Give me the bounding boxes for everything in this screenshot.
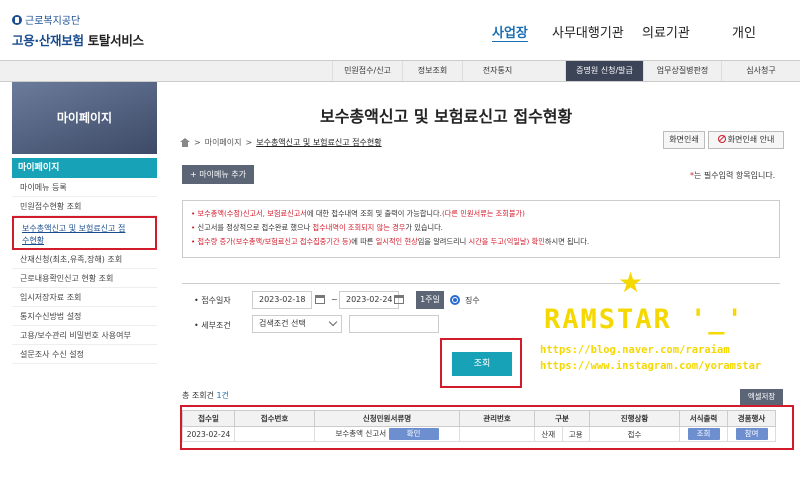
home-icon[interactable] xyxy=(180,138,190,147)
condition-label: • 세부조건 xyxy=(194,321,231,330)
menu-certificate[interactable]: 증명원 신청/발급 xyxy=(565,61,643,81)
menu-review-request[interactable]: 심사청구 xyxy=(721,61,800,81)
sidebar-item-work-confirmation[interactable]: 근로내용확인신고 현황 조회 xyxy=(12,269,157,288)
required-note: *는 필수입력 항목입니다. xyxy=(690,171,776,180)
comwel-logo-icon xyxy=(12,14,22,25)
top-nav-agency[interactable]: 사무대행기관 xyxy=(552,22,624,41)
cell-type-employment: 고용 xyxy=(561,426,590,442)
watermark-title: RAMSTAR '_' xyxy=(544,304,745,335)
sidebar: 마이페이지 마이페이지 마이메뉴 등록 민원접수현황 조회 보수총액신고 및 보… xyxy=(12,82,157,382)
cell-event: 참여 xyxy=(727,426,776,442)
service-name-suffix: 토탈서비스 xyxy=(87,33,144,48)
total-count: 총 조회건 1건 xyxy=(182,391,229,400)
cell-status: 접수 xyxy=(589,426,680,442)
collection-radio-label: 징수 xyxy=(465,296,480,305)
sidebar-item-wage-report-status[interactable]: 보수총액신고 및 보험료신고 접수현황 xyxy=(12,216,157,250)
column-header: 접수번호 xyxy=(234,410,315,427)
date-label: • 접수일자 xyxy=(194,296,231,305)
results-table: 접수일 접수번호 신청민원서류명 관리번호 구분 진행상황 서식출력 경품행사 … xyxy=(182,410,776,442)
column-header: 경품행사 xyxy=(727,410,776,427)
service-name: 고용·산재보험 xyxy=(12,33,84,48)
column-header: 신청민원서류명 xyxy=(314,410,460,427)
notice-line-1: • 보수총액(수정)신고서, 보험료신고서에 대한 접수내역 조회 및 출력이 … xyxy=(191,209,525,218)
date-from-input[interactable]: 2023-02-18 xyxy=(252,291,312,309)
main-menu-bar: 민원접수/신고 정보조회 전자통지 증명원 신청/발급 업무상질병판정 심사청구 xyxy=(0,60,800,82)
column-header: 서식출력 xyxy=(679,410,728,427)
event-join-button[interactable]: 참여 xyxy=(735,428,768,440)
watermark: ★ RAMSTAR '_' https://blog.naver.com/rar… xyxy=(540,268,780,378)
print-button[interactable]: 화면인쇄 xyxy=(663,131,705,149)
notice-line-2: • 신고서를 정상적으로 접수완료 했으나 접수내역이 조회되지 않는 경우가 … xyxy=(191,223,443,232)
sidebar-item-survey[interactable]: 설문조사 수신 설정 xyxy=(12,345,157,364)
collection-radio[interactable] xyxy=(450,295,460,305)
cell-print: 조회 xyxy=(679,426,728,442)
top-nav-workplace[interactable]: 사업장 xyxy=(492,22,528,41)
date-separator: ~ xyxy=(331,295,338,304)
cell-mgmt-no xyxy=(459,426,535,442)
sidebar-item-mymenu[interactable]: 마이메뉴 등록 xyxy=(12,178,157,197)
org-name: 근로복지공단 xyxy=(25,16,81,27)
notice-line-3: • 접수량 증가(보수총액/보험료신고 접수집중기간 등)에 따른 일시적인 현… xyxy=(191,237,590,246)
cell-type-accident: 산재 xyxy=(534,426,563,442)
breadcrumb: > 마이페이지 > 보수총액신고 및 보험료신고 접수현황 xyxy=(180,137,382,148)
sidebar-list: 마이메뉴 등록 민원접수현황 조회 보수총액신고 및 보험료신고 접수현황 산재… xyxy=(12,178,157,364)
condition-select[interactable]: 검색조건 선택 xyxy=(252,315,342,333)
cell-doc-name: 보수총액 신고서 확인 xyxy=(314,426,460,442)
date-to-input[interactable]: 2023-02-24 xyxy=(339,291,399,309)
menu-disease-judgment[interactable]: 업무상질병판정 xyxy=(643,61,721,81)
print-guide-button[interactable]: 화면인쇄 안내 xyxy=(708,131,784,149)
cell-receipt-no xyxy=(234,426,315,442)
no-print-icon xyxy=(717,135,726,143)
column-header: 구분 xyxy=(534,410,590,427)
sidebar-heading[interactable]: 마이페이지 xyxy=(12,158,157,178)
watermark-star-icon: ★ xyxy=(618,266,644,299)
watermark-instagram-url: https://www.instagram.com/yoramstar xyxy=(540,360,762,372)
column-header: 진행상황 xyxy=(589,410,680,427)
page-title: 보수총액신고 및 보험료신고 접수현황 xyxy=(320,107,573,126)
site-logo[interactable]: 근로복지공단 고용·산재보험 토탈서비스 xyxy=(12,12,144,49)
add-mymenu-button[interactable]: + 마이메뉴 추가 xyxy=(182,165,254,184)
site-header: 근로복지공단 고용·산재보험 토탈서비스 사업장 사무대행기관 의료기관 개인 xyxy=(0,0,800,60)
top-nav-medical[interactable]: 의료기관 xyxy=(642,22,690,41)
sidebar-banner: 마이페이지 xyxy=(12,82,157,154)
one-week-button[interactable]: 1주일 xyxy=(416,291,444,309)
sidebar-item-civil-status[interactable]: 민원접수현황 조회 xyxy=(12,197,157,216)
sidebar-item-notice-method[interactable]: 통지수신방법 설정 xyxy=(12,307,157,326)
notice-box: • 보수총액(수정)신고서, 보험료신고서에 대한 접수내역 조회 및 출력이 … xyxy=(182,200,780,258)
sidebar-item-accident-application[interactable]: 산재신청(최초,유족,장해) 조회 xyxy=(12,250,157,269)
excel-save-button[interactable]: 엑셀저장 xyxy=(740,389,783,405)
sidebar-item-temp-saved[interactable]: 임시저장자료 조회 xyxy=(12,288,157,307)
watermark-blog-url: https://blog.naver.com/raraiam xyxy=(540,344,730,356)
menu-info-lookup[interactable]: 정보조회 xyxy=(402,61,462,81)
cell-date: 2023-02-24 xyxy=(182,426,235,442)
table-row: 2023-02-24 보수총액 신고서 확인 산재 고용 접수 조회 참여 xyxy=(182,426,776,442)
sidebar-item-password-setting[interactable]: 고용/보수관리 비밀번호 사용여부 xyxy=(12,326,157,345)
breadcrumb-current[interactable]: 보수총액신고 및 보험료신고 접수현황 xyxy=(256,137,381,148)
calendar-icon[interactable] xyxy=(315,295,325,304)
menu-e-notice[interactable]: 전자통지 xyxy=(462,61,532,81)
top-nav-personal[interactable]: 개인 xyxy=(732,22,756,41)
menu-civil-application[interactable]: 민원접수/신고 xyxy=(332,61,402,81)
top-nav: 사업장 사무대행기관 의료기관 개인 xyxy=(480,22,790,42)
calendar-icon[interactable] xyxy=(394,295,404,304)
column-header: 관리번호 xyxy=(459,410,535,427)
print-query-button[interactable]: 조회 xyxy=(687,428,720,440)
breadcrumb-mypage[interactable]: 마이페이지 xyxy=(205,137,242,148)
column-header: 접수일 xyxy=(182,410,235,427)
sidebar-item-label: 보수총액신고 및 보험료신고 접수현황 xyxy=(22,224,126,245)
condition-input[interactable] xyxy=(349,315,439,333)
query-button[interactable]: 조회 xyxy=(452,352,512,376)
doc-confirm-button[interactable]: 확인 xyxy=(388,428,439,440)
